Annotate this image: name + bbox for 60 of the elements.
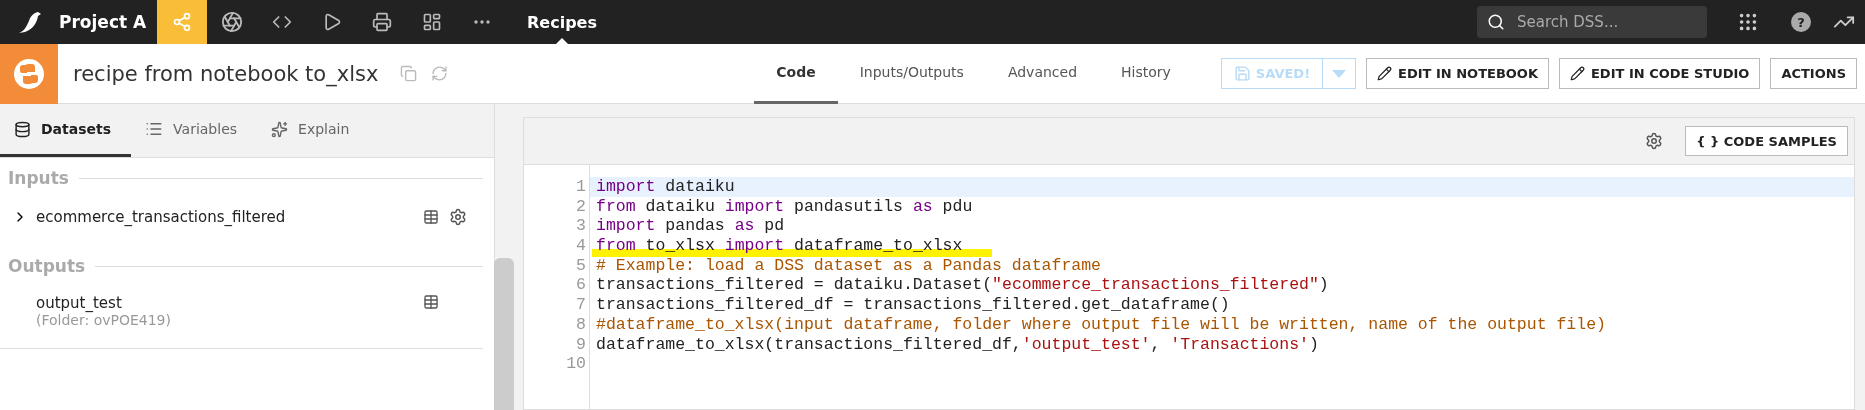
line-number: 2 xyxy=(575,196,587,217)
table-icon[interactable] xyxy=(423,209,439,225)
flow-icon xyxy=(172,12,192,32)
code-samples-button[interactable]: { } CODE SAMPLES xyxy=(1685,126,1848,156)
code-line: # Example: load a DSS dataset as a Pandas dataframe xyxy=(596,255,1101,275)
line-number: 8 xyxy=(575,314,587,335)
pencil-icon xyxy=(1377,66,1393,81)
line-number: 10 xyxy=(565,354,587,374)
recipe-tab[interactable]: Inputs/Outputs xyxy=(837,43,986,104)
database-icon xyxy=(14,120,31,138)
line-number: 5 xyxy=(575,255,587,276)
panel-tab[interactable]: Variables xyxy=(131,104,258,157)
printer-icon xyxy=(372,12,392,32)
list-icon xyxy=(145,120,164,138)
section-heading: Inputs xyxy=(8,168,69,188)
code-line: import dataiku xyxy=(596,177,735,196)
settings-icon[interactable] xyxy=(1645,132,1664,150)
pencil-icon xyxy=(1570,66,1585,81)
caret-icon xyxy=(1332,69,1347,78)
line-number: 9 xyxy=(575,334,587,355)
action-button[interactable]: ACTIONS xyxy=(1770,58,1857,89)
code-line: transactions_filtered_df = transactions_filtered.get_dataframe() xyxy=(596,295,1230,315)
line-number: 4 xyxy=(575,236,587,256)
line-number: 1 xyxy=(575,177,587,197)
recipe-tab[interactable]: Advanced xyxy=(985,43,1100,104)
panel-tab[interactable]: Explain xyxy=(257,104,370,157)
action-button[interactable]: EDIT IN CODE STUDIO xyxy=(1559,58,1761,89)
play-icon xyxy=(322,12,342,32)
search-field[interactable]: Search DSS... xyxy=(1477,6,1707,38)
apps-grid-icon[interactable] xyxy=(1737,11,1759,33)
line-number: 7 xyxy=(575,295,587,315)
line-number: 3 xyxy=(575,216,587,237)
section-title[interactable]: Recipes xyxy=(527,0,597,44)
scrollbar-thumb[interactable] xyxy=(494,258,514,410)
table-icon[interactable] xyxy=(423,294,439,310)
section-heading: Outputs xyxy=(8,256,86,276)
aperture-icon xyxy=(221,11,243,33)
search-icon xyxy=(1487,13,1505,31)
python-icon xyxy=(13,57,45,90)
output-detail: (Folder: ovPOE419) xyxy=(36,312,172,328)
save-icon xyxy=(1233,65,1251,82)
search-input[interactable]: Search DSS... xyxy=(1515,12,1695,32)
project-name[interactable]: Project A xyxy=(59,12,157,32)
dataset-name[interactable]: ecommerce_transactions_filtered xyxy=(36,208,423,226)
recipe-title: recipe from notebook to_xlsx xyxy=(73,61,379,86)
line-number: 6 xyxy=(575,275,587,296)
dashboard-icon xyxy=(422,12,442,32)
action-button[interactable]: EDIT IN NOTEBOOK xyxy=(1366,58,1549,89)
code-line: transactions_filtered = dataiku.Dataset("ecommerce_transactions_filtered") xyxy=(596,275,1329,295)
code-line: import pandas as pd xyxy=(596,216,785,236)
more-icon xyxy=(474,20,490,24)
settings-icon[interactable] xyxy=(449,208,467,226)
code-line: #dataframe_to_xlsx(input dataframe, folder where output file will be written, name of the output file) xyxy=(596,314,1606,334)
bird-logo-icon xyxy=(17,9,43,35)
code-line: dataframe_to_xlsx(transactions_filtered_df,'output_test', 'Transactions') xyxy=(596,334,1319,354)
help-button[interactable]: ? xyxy=(1791,12,1811,32)
sparkles-icon xyxy=(271,120,289,138)
recipe-tab[interactable]: History xyxy=(1099,43,1193,104)
code-line: from dataiku import pandasutils as pdu xyxy=(596,196,973,216)
output-name[interactable]: output_test xyxy=(36,294,423,312)
